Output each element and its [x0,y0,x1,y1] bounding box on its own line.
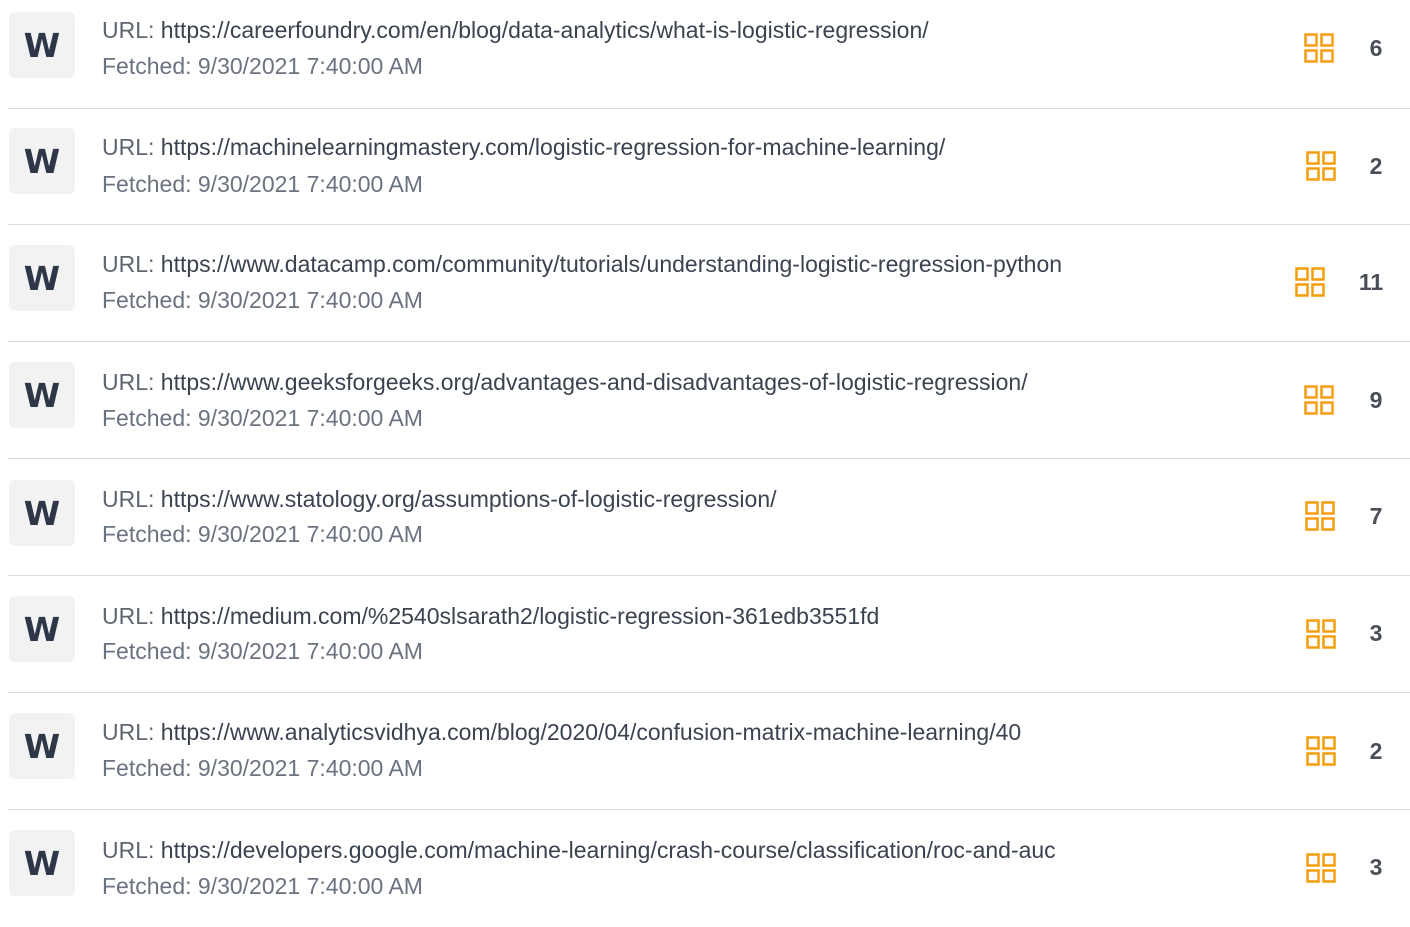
url-link[interactable]: https://developers.google.com/machine-le… [161,837,1056,863]
source-count: 11 [1358,269,1384,295]
url-link[interactable]: https://careerfoundry.com/en/blog/data-a… [161,17,929,43]
source-url-line[interactable]: URL: https://www.datacamp.com/community/… [102,250,1062,278]
source-url-line[interactable]: URL: https://medium.com/%2540slsarath2/l… [102,602,879,630]
source-url-line[interactable]: URL: https://www.statology.org/assumptio… [102,485,777,513]
source-count: 2 [1369,738,1383,764]
source-url-line[interactable]: URL: https://machinelearningmastery.com/… [102,133,945,161]
source-row: W URL: https://developers.google.com/mac… [0,810,1410,927]
source-logo: W [9,713,75,779]
source-logo: W [9,830,75,896]
url-label: URL: [102,17,155,43]
url-label: URL: [102,251,155,277]
source-count: 2 [1369,153,1383,179]
source-row: W URL: https://www.datacamp.com/communit… [0,225,1410,342]
grid-icon[interactable] [1304,33,1334,63]
url-link[interactable]: https://www.analyticsvidhya.com/blog/202… [161,719,1021,745]
source-list: W URL: https://careerfoundry.com/en/blog… [0,0,1410,921]
source-row: W URL: https://machinelearningmastery.co… [0,108,1410,225]
source-logo: W [9,596,75,662]
fetched-timestamp: Fetched: 9/30/2021 7:40:00 AM [102,53,423,79]
source-row: W URL: https://careerfoundry.com/en/blog… [0,0,1410,109]
url-link[interactable]: https://www.geeksforgeeks.org/advantages… [161,369,1028,395]
url-link[interactable]: https://machinelearningmastery.com/logis… [161,134,945,160]
source-logo: W [9,12,75,78]
source-row: W URL: https://www.statology.org/assumpt… [0,459,1410,576]
source-row: W URL: https://www.analyticsvidhya.com/b… [0,693,1410,810]
grid-icon[interactable] [1306,736,1336,766]
source-url-line[interactable]: URL: https://careerfoundry.com/en/blog/d… [102,16,929,44]
fetched-timestamp: Fetched: 9/30/2021 7:40:00 AM [102,873,423,899]
fetched-timestamp: Fetched: 9/30/2021 7:40:00 AM [102,521,423,547]
fetched-timestamp: Fetched: 9/30/2021 7:40:00 AM [102,171,423,197]
source-row: W URL: https://medium.com/%2540slsarath2… [0,576,1410,693]
url-label: URL: [102,603,155,629]
source-count: 7 [1369,503,1383,529]
url-link[interactable]: https://medium.com/%2540slsarath2/logist… [161,603,880,629]
grid-icon[interactable] [1304,385,1334,415]
fetched-timestamp: Fetched: 9/30/2021 7:40:00 AM [102,405,423,431]
url-link[interactable]: https://www.datacamp.com/community/tutor… [161,251,1062,277]
fetched-timestamp: Fetched: 9/30/2021 7:40:00 AM [102,755,423,781]
source-url-line[interactable]: URL: https://www.analyticsvidhya.com/blo… [102,718,1021,746]
source-url-line[interactable]: URL: https://developers.google.com/machi… [102,836,1056,864]
source-logo: W [9,245,75,311]
grid-icon[interactable] [1295,267,1325,297]
url-label: URL: [102,719,155,745]
source-count: 9 [1369,387,1383,413]
url-label: URL: [102,486,155,512]
grid-icon[interactable] [1306,853,1336,883]
source-logo: W [9,362,75,428]
fetched-timestamp: Fetched: 9/30/2021 7:40:00 AM [102,287,423,313]
source-url-line[interactable]: URL: https://www.geeksforgeeks.org/advan… [102,368,1028,396]
source-row: W URL: https://www.geeksforgeeks.org/adv… [0,342,1410,459]
url-label: URL: [102,134,155,160]
grid-icon[interactable] [1306,619,1336,649]
source-count: 6 [1369,35,1383,61]
url-link[interactable]: https://www.statology.org/assumptions-of… [161,486,777,512]
source-count: 3 [1369,854,1383,880]
source-logo: W [9,128,75,194]
url-label: URL: [102,837,155,863]
grid-icon[interactable] [1306,151,1336,181]
fetched-timestamp: Fetched: 9/30/2021 7:40:00 AM [102,638,423,664]
url-label: URL: [102,369,155,395]
source-count: 3 [1369,620,1383,646]
source-logo: W [9,480,75,546]
grid-icon[interactable] [1305,501,1335,531]
